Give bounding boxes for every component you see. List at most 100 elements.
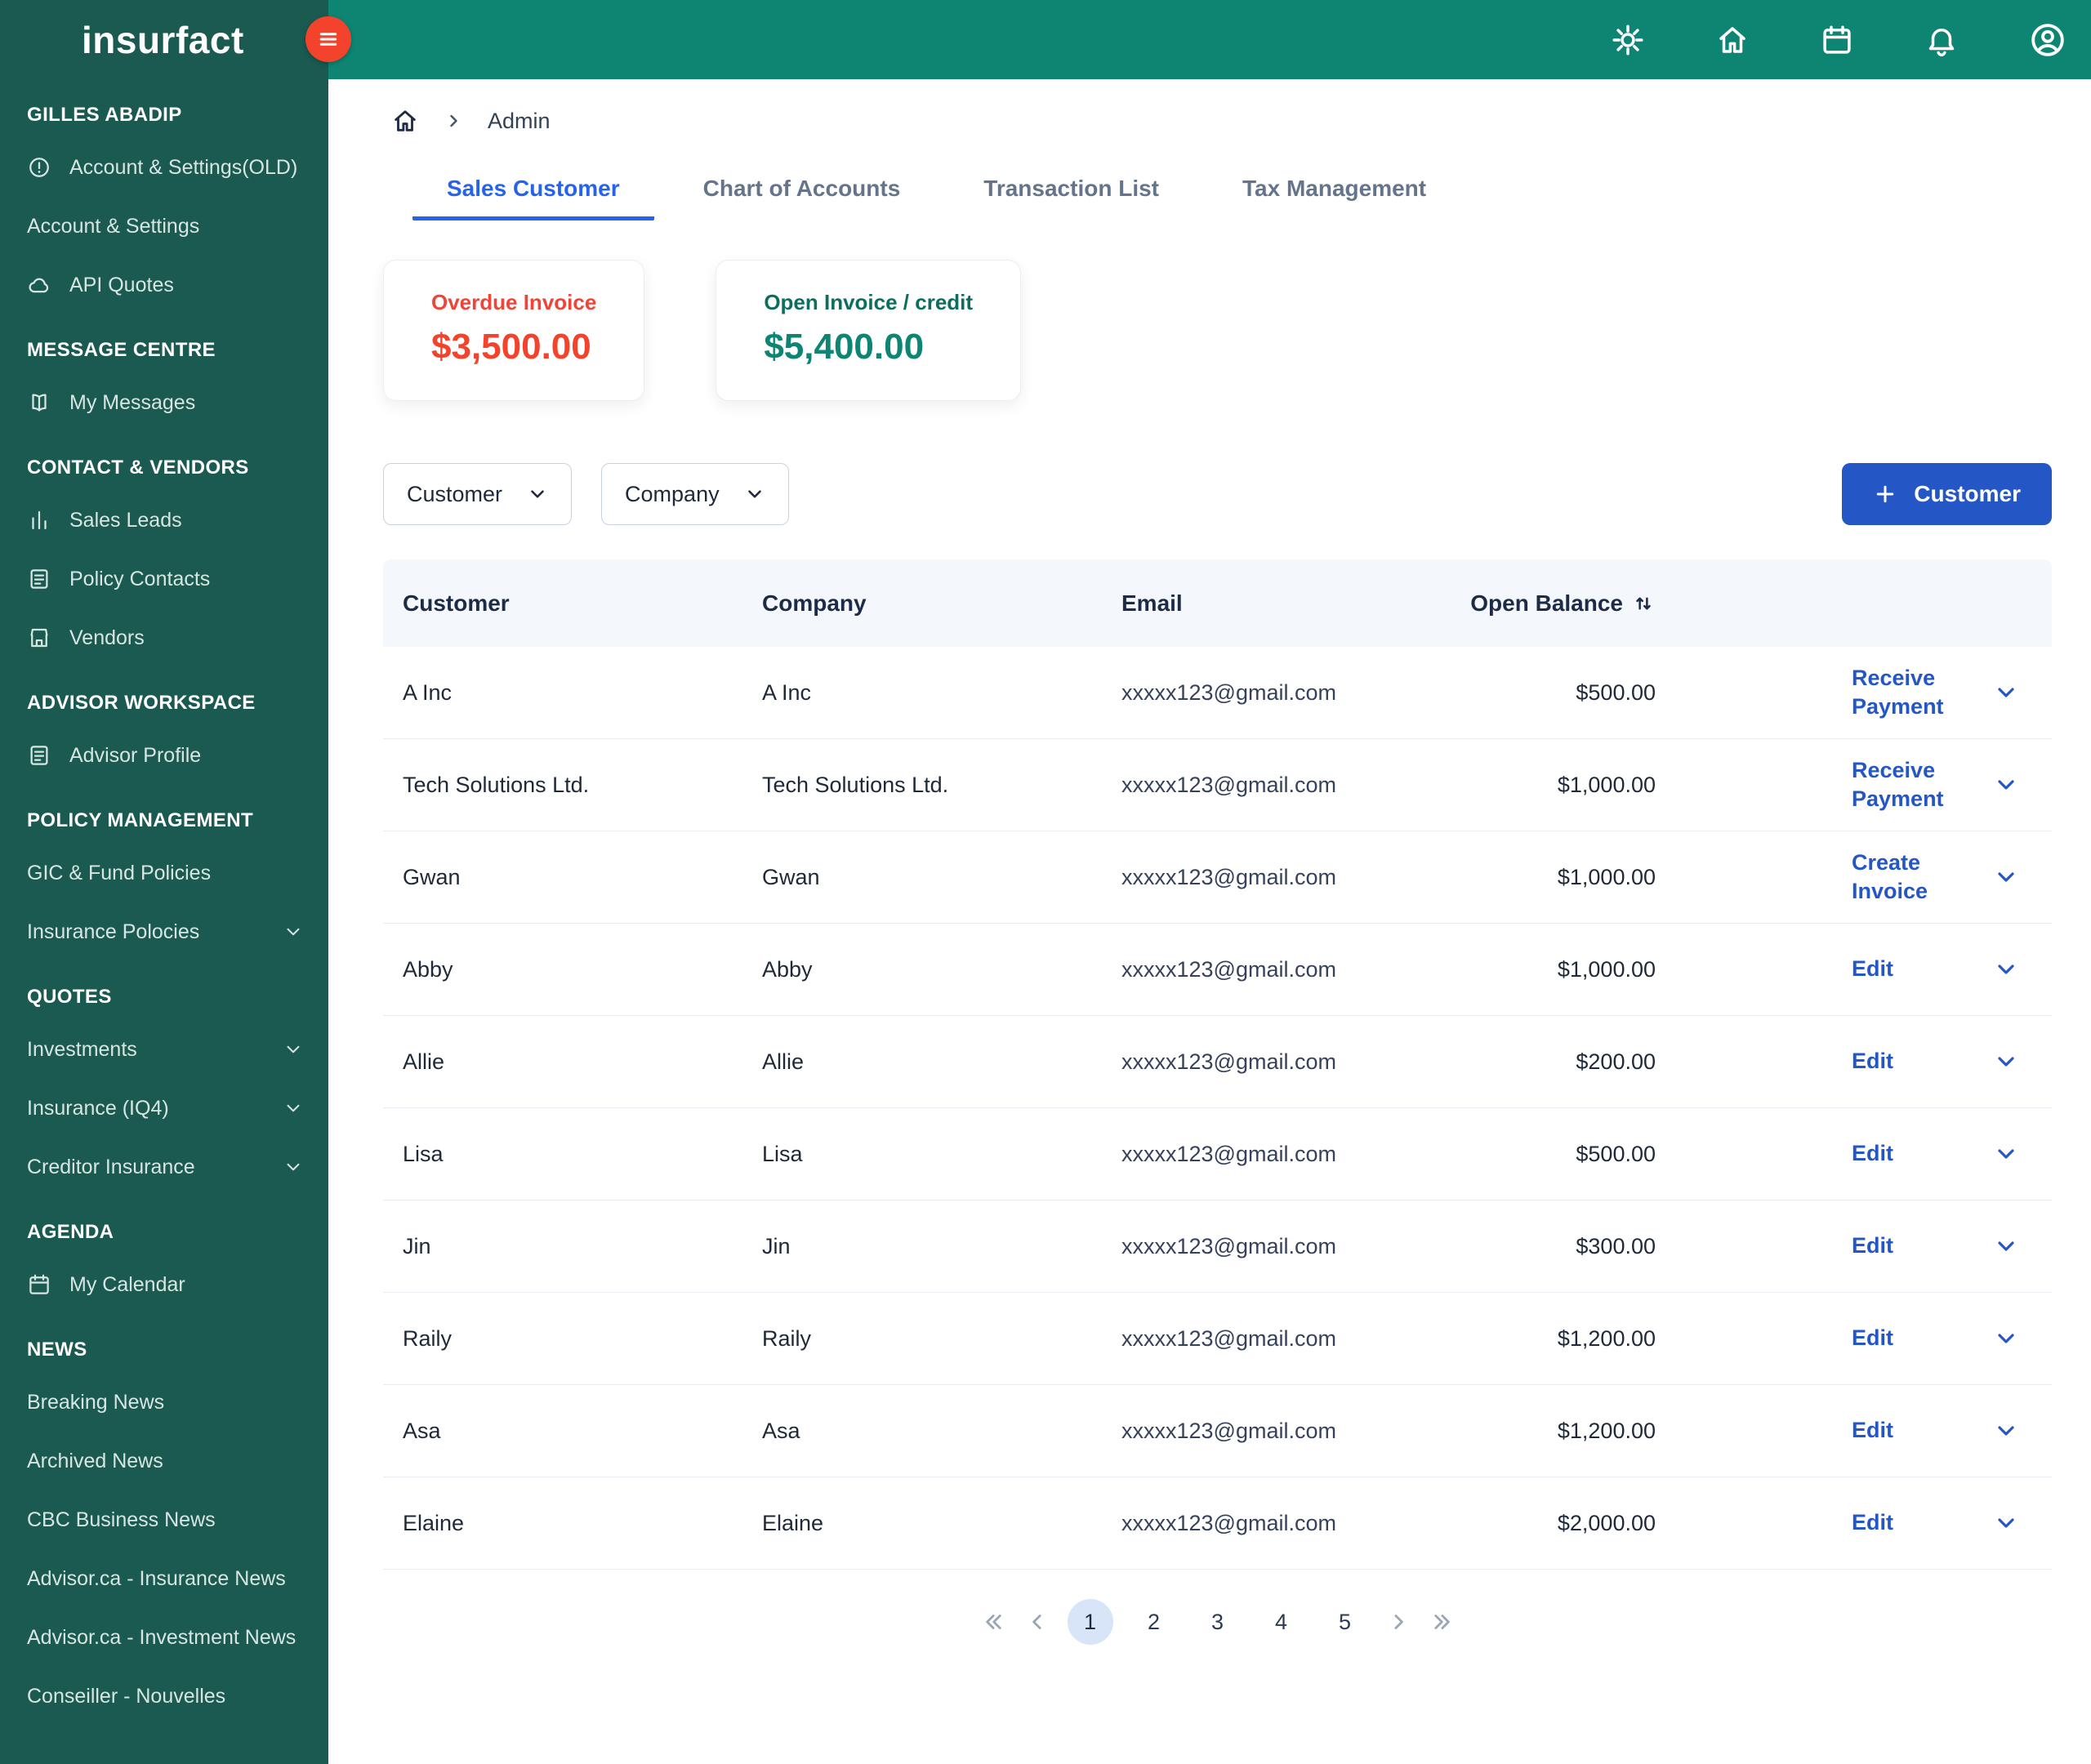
- sidebar-section-quotes: QUOTES Investments Insurance (IQ4) Credi…: [0, 974, 328, 1196]
- settings-button[interactable]: [1611, 23, 1645, 57]
- previous-page-button[interactable]: [1025, 1610, 1050, 1634]
- company-cell: Gwan: [762, 864, 820, 889]
- row-action-button[interactable]: Edit: [1852, 1047, 1893, 1076]
- customer-cell: Jin: [403, 1233, 431, 1258]
- main-content: Admin Sales Customer Chart of Accounts T…: [328, 79, 2091, 1764]
- table-row: A Inc A Inc xxxxx123@gmail.com $500.00 R…: [383, 647, 2052, 739]
- sidebar-item-advisorca-insurance-news[interactable]: Advisor.ca - Insurance News: [0, 1549, 328, 1608]
- customer-cell: Lisa: [403, 1141, 444, 1166]
- email-cell: xxxxx123@gmail.com: [1121, 1141, 1336, 1166]
- row-actions-menu-button[interactable]: [1993, 864, 2019, 890]
- notifications-button[interactable]: [1924, 23, 1959, 57]
- page-button-2[interactable]: 2: [1131, 1599, 1177, 1645]
- actions-cell: Receive Payment: [1656, 647, 2032, 738]
- sidebar-item-label: Investments: [27, 1037, 137, 1061]
- next-page-button[interactable]: [1386, 1610, 1411, 1634]
- row-action-button[interactable]: Receive Payment: [1852, 756, 1993, 813]
- sidebar-item-gic-fund-policies[interactable]: GIC & Fund Policies: [0, 844, 328, 902]
- customer-cell: Allie: [403, 1049, 445, 1074]
- tab-chart-of-accounts[interactable]: Chart of Accounts: [669, 167, 935, 220]
- sidebar-item-api-quotes[interactable]: API Quotes: [0, 256, 328, 314]
- sidebar-item-conseiller-nouvelles[interactable]: Conseiller - Nouvelles: [0, 1667, 328, 1726]
- add-customer-button[interactable]: Customer: [1842, 463, 2052, 525]
- row-action-button[interactable]: Edit: [1852, 1508, 1893, 1537]
- home-icon: [1715, 23, 1750, 57]
- row-actions-menu-button[interactable]: [1993, 1510, 2019, 1536]
- tab-transaction-list[interactable]: Transaction List: [949, 167, 1193, 220]
- sidebar-item-breaking-news[interactable]: Breaking News: [0, 1373, 328, 1432]
- email-cell: xxxxx123@gmail.com: [1121, 1049, 1336, 1074]
- tab-sales-customer[interactable]: Sales Customer: [412, 167, 654, 220]
- actions-cell: Receive Payment: [1656, 739, 2032, 831]
- document-icon: [27, 567, 51, 591]
- topbar-icons: [1611, 21, 2091, 59]
- customer-cell: Abby: [403, 956, 453, 982]
- sidebar-section-agenda: AGENDA My Calendar: [0, 1209, 328, 1314]
- sidebar-item-archived-news[interactable]: Archived News: [0, 1432, 328, 1490]
- sidebar-item-investments[interactable]: Investments: [0, 1020, 328, 1079]
- row-action-button[interactable]: Edit: [1852, 1416, 1893, 1445]
- sidebar-section-header: CONTACT & VENDORS: [27, 457, 249, 479]
- sidebar-item-my-messages[interactable]: My Messages: [0, 373, 328, 432]
- row-actions-menu-button[interactable]: [1993, 1049, 2019, 1075]
- row-action-button[interactable]: Edit: [1852, 1139, 1893, 1168]
- last-page-button[interactable]: [1429, 1610, 1453, 1634]
- row-action-button[interactable]: Edit: [1852, 955, 1893, 983]
- menu-icon: [316, 27, 341, 51]
- row-actions-menu-button[interactable]: [1993, 679, 2019, 706]
- company-filter-dropdown[interactable]: Company: [601, 463, 789, 525]
- breadcrumb-home-button[interactable]: [391, 107, 419, 135]
- sidebar-item-creditor-insurance[interactable]: Creditor Insurance: [0, 1138, 328, 1196]
- chevron-down-icon: [1993, 1418, 2019, 1444]
- page-button-3[interactable]: 3: [1195, 1599, 1241, 1645]
- row-actions-menu-button[interactable]: [1993, 1233, 2019, 1259]
- chevrons-left-icon: [983, 1610, 1007, 1634]
- row-action-button[interactable]: Create Invoice: [1852, 849, 1993, 906]
- row-action-button[interactable]: Receive Payment: [1852, 664, 1993, 721]
- chevron-down-icon: [1993, 864, 2019, 890]
- sidebar-item-advisor-profile[interactable]: Advisor Profile: [0, 726, 328, 785]
- page-button-4[interactable]: 4: [1259, 1599, 1304, 1645]
- balance-cell: $1,200.00: [1557, 1325, 1656, 1351]
- row-action-button[interactable]: Edit: [1852, 1232, 1893, 1260]
- sidebar-item-account-settings[interactable]: Account & Settings: [0, 197, 328, 256]
- home-icon: [391, 107, 419, 135]
- column-header-open-balance-sort[interactable]: Open Balance: [1468, 590, 1656, 617]
- actions-cell: Edit: [1656, 1016, 2032, 1107]
- app-logo: insurfact: [82, 18, 244, 61]
- sidebar-item-my-calendar[interactable]: My Calendar: [0, 1255, 328, 1314]
- home-button[interactable]: [1715, 23, 1750, 57]
- chevron-right-icon: [444, 111, 463, 131]
- row-actions-menu-button[interactable]: [1993, 772, 2019, 798]
- row-actions-menu-button[interactable]: [1993, 956, 2019, 982]
- sidebar-item-advisorca-investment-news[interactable]: Advisor.ca - Investment News: [0, 1608, 328, 1667]
- page-button-1[interactable]: 1: [1067, 1599, 1113, 1645]
- sidebar-item-policy-contacts[interactable]: Policy Contacts: [0, 550, 328, 608]
- row-actions-menu-button[interactable]: [1993, 1418, 2019, 1444]
- customer-filter-dropdown[interactable]: Customer: [383, 463, 573, 525]
- sidebar-item-label: Advisor.ca - Investment News: [27, 1625, 296, 1649]
- row-action-button[interactable]: Edit: [1852, 1324, 1893, 1352]
- customer-cell: A Inc: [403, 679, 453, 705]
- chevron-down-icon: [1993, 1049, 2019, 1075]
- sidebar-item-insurance-iq4[interactable]: Insurance (IQ4): [0, 1079, 328, 1138]
- sidebar-item-account-settings-old[interactable]: Account & Settings(OLD): [0, 138, 328, 197]
- sidebar-item-insurance-policies[interactable]: Insurance Polocies: [0, 902, 328, 961]
- profile-button[interactable]: [2029, 21, 2066, 59]
- sidebar-toggle-button[interactable]: [305, 16, 351, 62]
- sidebar-item-label: GIC & Fund Policies: [27, 861, 212, 884]
- sidebar-item-vendors[interactable]: Vendors: [0, 608, 328, 667]
- sidebar-item-label: Insurance Polocies: [27, 920, 200, 943]
- row-actions-menu-button[interactable]: [1993, 1141, 2019, 1167]
- gear-icon: [1611, 23, 1645, 57]
- row-actions-menu-button[interactable]: [1993, 1325, 2019, 1352]
- calendar-button[interactable]: [1820, 23, 1854, 57]
- first-page-button[interactable]: [983, 1610, 1007, 1634]
- sidebar-item-cbc-business-news[interactable]: CBC Business News: [0, 1490, 328, 1549]
- sidebar-item-label: Sales Leads: [69, 508, 182, 532]
- chevron-down-icon: [1993, 772, 2019, 798]
- sidebar-nav: GILLES ABADIP Account & Settings(OLD) Ac…: [0, 92, 328, 1726]
- sidebar-item-sales-leads[interactable]: Sales Leads: [0, 491, 328, 550]
- tab-tax-management[interactable]: Tax Management: [1208, 167, 1460, 220]
- page-button-5[interactable]: 5: [1322, 1599, 1368, 1645]
